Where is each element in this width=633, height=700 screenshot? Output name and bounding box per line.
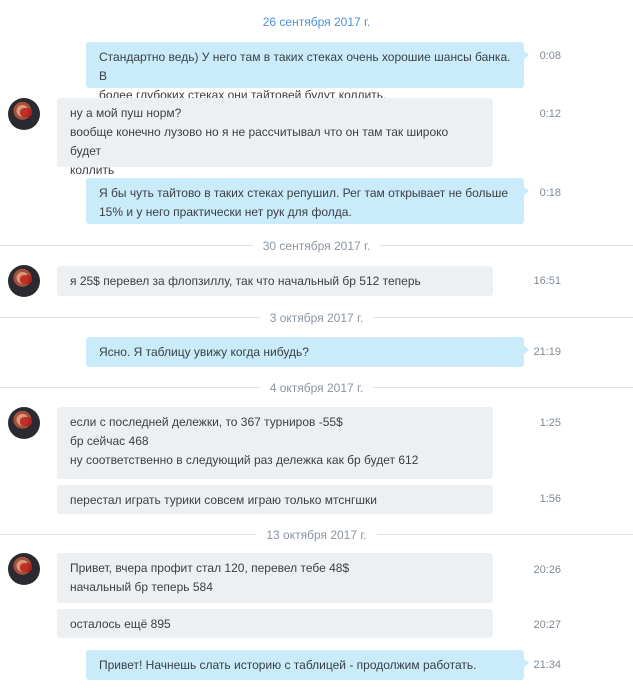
message-line: ну а мой пуш норм? xyxy=(70,106,182,120)
message-bubble-incoming[interactable]: осталось ещё 895 xyxy=(57,609,493,638)
message-bubble-outgoing[interactable]: Ясно. Я таблицу увижу когда нибудь? xyxy=(86,337,529,367)
contact-avatar[interactable] xyxy=(8,407,40,439)
date-label: 13 октября 2017 г. xyxy=(256,528,377,542)
message-bubble-incoming[interactable]: ну а мой пуш норм? вообще конечно лузово… xyxy=(57,98,493,177)
message-line: Стандартно ведь) У него там в таких стек… xyxy=(99,50,511,83)
message-bubble-incoming[interactable]: Привет, вчера профит стал 120, перевел т… xyxy=(57,553,493,603)
message-line: начальный бр теперь 584 xyxy=(70,580,213,594)
message-line: Ясно. Я таблицу увижу когда нибудь? xyxy=(99,345,309,359)
message-time: 21:34 xyxy=(533,659,561,671)
message-line: вообще конечно лузово но я не рассчитыва… xyxy=(70,125,449,158)
message-line: осталось ещё 895 xyxy=(70,617,171,631)
date-separator: 13 октября 2017 г. xyxy=(0,528,633,542)
message-line: я 25$ перевел за флопзиллу, так что нача… xyxy=(70,274,421,288)
message-time: 1:56 xyxy=(539,493,561,505)
message-time: 20:27 xyxy=(533,619,561,631)
message-bubble-incoming[interactable]: перестал играть турики совсем играю толь… xyxy=(57,485,493,514)
date-separator: 4 октября 2017 г. xyxy=(0,381,633,395)
message-time: 0:12 xyxy=(539,108,561,120)
message-line: ну соответственно в следующий раз дележк… xyxy=(70,453,419,467)
contact-avatar[interactable] xyxy=(8,265,40,297)
date-label: 26 сентября 2017 г. xyxy=(252,15,381,29)
date-label: 3 октября 2017 г. xyxy=(259,311,374,325)
contact-avatar[interactable] xyxy=(8,553,40,585)
message-bubble-outgoing[interactable]: Стандартно ведь) У него там в таких стек… xyxy=(86,42,529,102)
message-bubble-outgoing[interactable]: Привет! Начнешь слать историю с таблицей… xyxy=(86,650,529,680)
message-line: Привет, вчера профит стал 120, перевел т… xyxy=(70,561,350,575)
message-bubble-outgoing[interactable]: Я бы чуть тайтово в таких стеках репушил… xyxy=(86,178,529,224)
date-label: 4 октября 2017 г. xyxy=(259,381,374,395)
date-label: 30 сентября 2017 г. xyxy=(252,239,381,253)
message-line: перестал играть турики совсем играю толь… xyxy=(70,493,377,507)
message-line: если с последней дележки, то 367 турниро… xyxy=(70,415,343,429)
contact-avatar[interactable] xyxy=(8,98,40,130)
message-line: 15% и у него практически нет рук для фол… xyxy=(99,205,352,219)
message-line: Привет! Начнешь слать историю с таблицей… xyxy=(99,658,477,672)
message-time: 0:18 xyxy=(539,187,561,199)
message-time: 0:08 xyxy=(539,50,561,62)
date-separator: 30 сентября 2017 г. xyxy=(0,239,633,253)
message-time: 1:25 xyxy=(539,417,561,429)
message-line: Я бы чуть тайтово в таких стеках репушил… xyxy=(99,186,509,200)
message-bubble-incoming[interactable]: я 25$ перевел за флопзиллу, так что нача… xyxy=(57,266,493,296)
message-time: 16:51 xyxy=(533,275,561,287)
message-time: 20:26 xyxy=(533,564,561,576)
message-line: бр сейчас 468 xyxy=(70,434,149,448)
date-separator: 3 октября 2017 г. xyxy=(0,311,633,325)
date-separator: 26 сентября 2017 г. xyxy=(0,15,633,29)
message-time: 21:19 xyxy=(533,346,561,358)
message-bubble-incoming[interactable]: если с последней дележки, то 367 турниро… xyxy=(57,407,493,479)
